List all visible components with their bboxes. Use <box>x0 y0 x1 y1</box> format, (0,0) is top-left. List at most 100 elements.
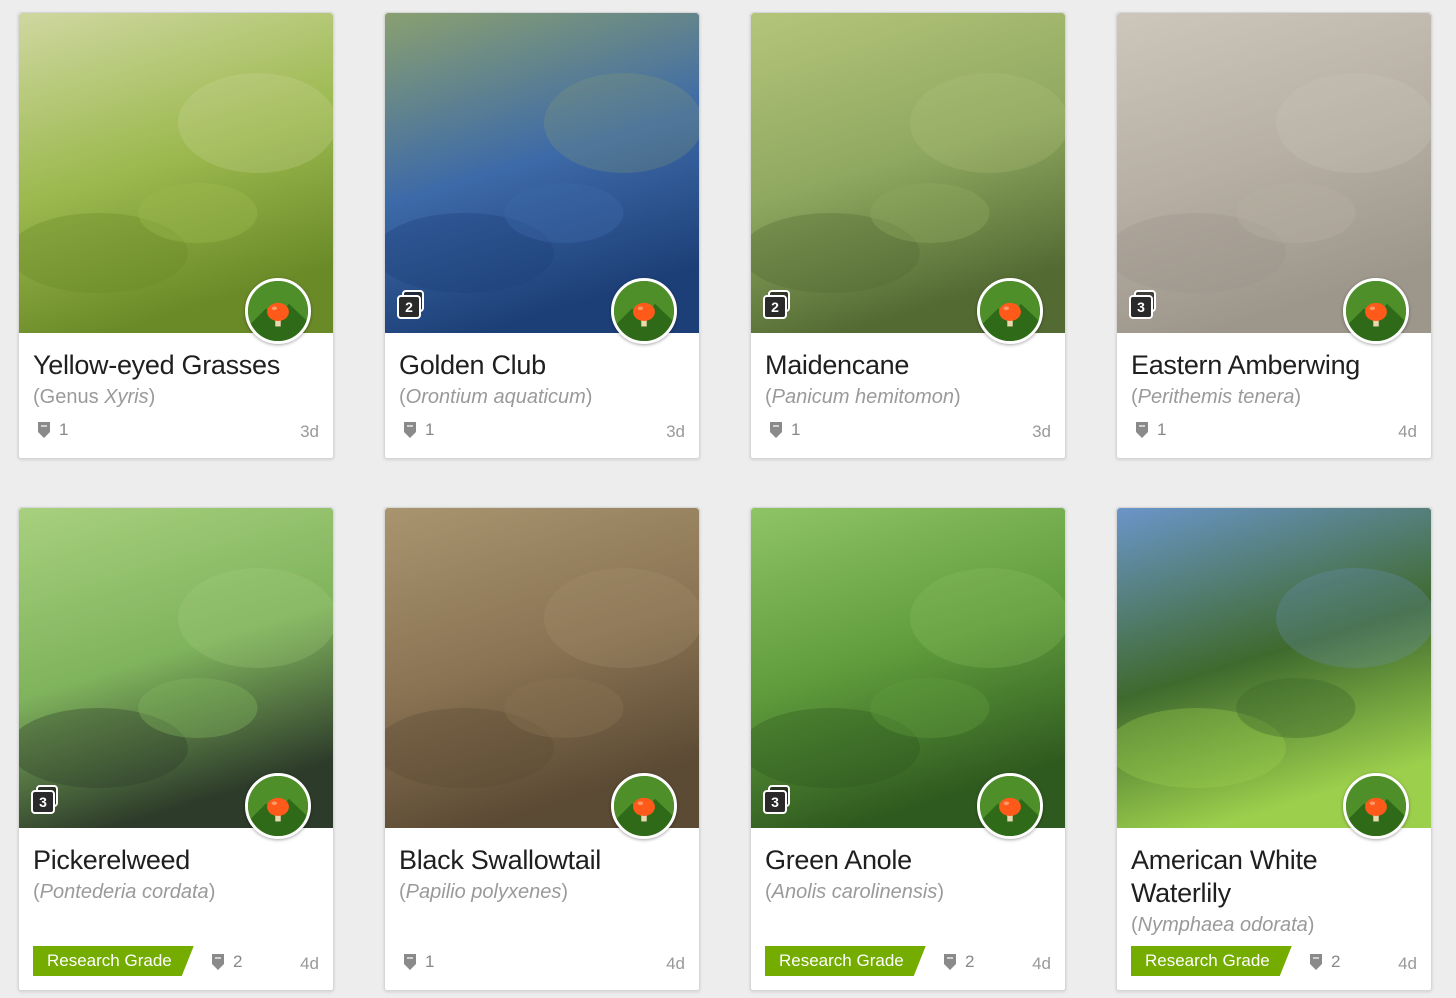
user-avatar[interactable] <box>1343 278 1409 344</box>
scientific-name-text: Papilio polyxenes <box>405 881 562 903</box>
user-avatar[interactable] <box>611 278 677 344</box>
shield-icon <box>403 953 417 971</box>
shield-icon <box>769 421 783 439</box>
photos-stack-icon: 3 <box>763 785 790 816</box>
common-name[interactable]: Black Swallowtail <box>399 844 685 877</box>
sci-suffix: ) <box>561 881 568 903</box>
time-ago: 3d <box>1032 422 1051 441</box>
card-footer: Research Grade 2 4d <box>1131 950 1417 974</box>
identification-count: 2 <box>943 952 974 972</box>
photo-count: 2 <box>397 295 421 319</box>
user-avatar[interactable] <box>245 773 311 839</box>
common-name[interactable]: Pickerelweed <box>33 844 319 877</box>
common-name[interactable]: American White Waterlily <box>1131 844 1417 910</box>
mushroom-avatar-image <box>980 281 1040 341</box>
scientific-name: (Perithemis tenera) <box>1131 386 1417 409</box>
user-avatar[interactable] <box>977 278 1043 344</box>
scientific-name-text: Pontederia cordata <box>39 881 209 903</box>
sci-suffix: ) <box>1294 386 1302 408</box>
scientific-name: (Genus Xyris) <box>33 386 319 409</box>
sci-suffix: ) <box>148 386 156 408</box>
observation-card[interactable]: 3 Eastern Amberwing (Perithemis tenera) 1 4… <box>1116 12 1432 459</box>
shield-icon <box>403 421 417 439</box>
time-ago: 4d <box>300 954 319 973</box>
identification-count: 2 <box>211 952 242 972</box>
identification-count-value: 1 <box>59 420 69 439</box>
sci-suffix: ) <box>953 386 961 408</box>
photos-stack-icon: 2 <box>397 290 424 321</box>
observation-card[interactable]: 2 Maidencane (Panicum hemitomon) 1 3d <box>750 12 1066 459</box>
photo-count: 2 <box>763 295 787 319</box>
mushroom-avatar-image <box>248 776 308 836</box>
identification-count-value: 1 <box>1157 420 1167 439</box>
observation-card[interactable]: Black Swallowtail (Papilio polyxenes) 1 4d <box>384 507 700 991</box>
identification-count: 1 <box>769 420 800 440</box>
sci-prefix: ( <box>1131 386 1138 408</box>
observation-card[interactable]: 2 Golden Club (Orontium aquaticum) 1 3d <box>384 12 700 459</box>
time-ago: 4d <box>1398 954 1417 973</box>
card-footer: Research Grade 2 4d <box>33 950 319 974</box>
scientific-name: (Pontederia cordata) <box>33 881 319 904</box>
sci-prefix: ( <box>399 386 406 408</box>
research-grade-badge: Research Grade <box>33 946 194 976</box>
photos-stack-icon: 3 <box>1129 290 1156 321</box>
common-name[interactable]: Maidencane <box>765 349 1051 382</box>
scientific-name-text: Nymphaea odorata <box>1137 914 1308 936</box>
scientific-name-text: Anolis carolinensis <box>771 881 938 903</box>
identification-count-value: 1 <box>425 952 435 971</box>
sci-suffix: ) <box>1307 914 1315 936</box>
common-name[interactable]: Green Anole <box>765 844 1051 877</box>
photos-stack-icon: 2 <box>763 290 790 321</box>
identification-count: 1 <box>37 420 68 440</box>
time-ago: 4d <box>1032 954 1051 973</box>
shield-icon <box>37 421 51 439</box>
mushroom-avatar-image <box>614 776 674 836</box>
user-avatar[interactable] <box>245 278 311 344</box>
mushroom-avatar-image <box>980 776 1040 836</box>
user-avatar[interactable] <box>977 773 1043 839</box>
mushroom-avatar-image <box>614 281 674 341</box>
shield-icon <box>1309 953 1323 971</box>
time-ago: 3d <box>666 422 685 441</box>
sci-prefix: ( <box>1131 914 1138 936</box>
sci-prefix: ( <box>399 881 406 903</box>
user-avatar[interactable] <box>1343 773 1409 839</box>
identification-count: 2 <box>1309 952 1340 972</box>
scientific-name-text: Perithemis tenera <box>1137 386 1295 408</box>
card-footer: 1 4d <box>1131 418 1417 442</box>
common-name[interactable]: Yellow-eyed Grasses <box>33 349 319 382</box>
research-grade-badge: Research Grade <box>765 946 926 976</box>
shield-icon <box>211 953 225 971</box>
photo-count: 3 <box>763 790 787 814</box>
mushroom-avatar-image <box>248 281 308 341</box>
identification-count: 1 <box>1135 420 1166 440</box>
card-footer: Research Grade 2 4d <box>765 950 1051 974</box>
shield-icon <box>1135 421 1149 439</box>
observation-card[interactable]: 3 Green Anole (Anolis carolinensis) Resear… <box>750 507 1066 991</box>
card-footer: 1 4d <box>399 950 685 974</box>
user-avatar[interactable] <box>611 773 677 839</box>
scientific-name-text: Xyris <box>104 386 149 408</box>
card-footer: 1 3d <box>399 418 685 442</box>
scientific-name: (Nymphaea odorata) <box>1131 914 1417 937</box>
time-ago: 3d <box>300 422 319 441</box>
photo-count: 3 <box>1129 295 1153 319</box>
observation-card[interactable]: American White Waterlily (Nymphaea odorat… <box>1116 507 1432 991</box>
identification-count-value: 2 <box>1331 952 1341 971</box>
photos-stack-icon: 3 <box>31 785 58 816</box>
common-name[interactable]: Golden Club <box>399 349 685 382</box>
identification-count: 1 <box>403 420 434 440</box>
identification-count: 1 <box>403 952 434 972</box>
observation-card[interactable]: 3 Pickerelweed (Pontederia cordata) Resear… <box>18 507 334 991</box>
sci-prefix: ( <box>765 386 772 408</box>
card-footer: 1 3d <box>765 418 1051 442</box>
scientific-name: (Orontium aquaticum) <box>399 386 685 409</box>
identification-count-value: 1 <box>791 420 801 439</box>
common-name[interactable]: Eastern Amberwing <box>1131 349 1417 382</box>
scientific-name: (Papilio polyxenes) <box>399 881 685 904</box>
sci-suffix: ) <box>585 386 593 408</box>
time-ago: 4d <box>666 954 685 973</box>
mushroom-avatar-image <box>1346 281 1406 341</box>
mushroom-avatar-image <box>1346 776 1406 836</box>
observation-card[interactable]: Yellow-eyed Grasses (Genus Xyris) 1 3d <box>18 12 334 459</box>
